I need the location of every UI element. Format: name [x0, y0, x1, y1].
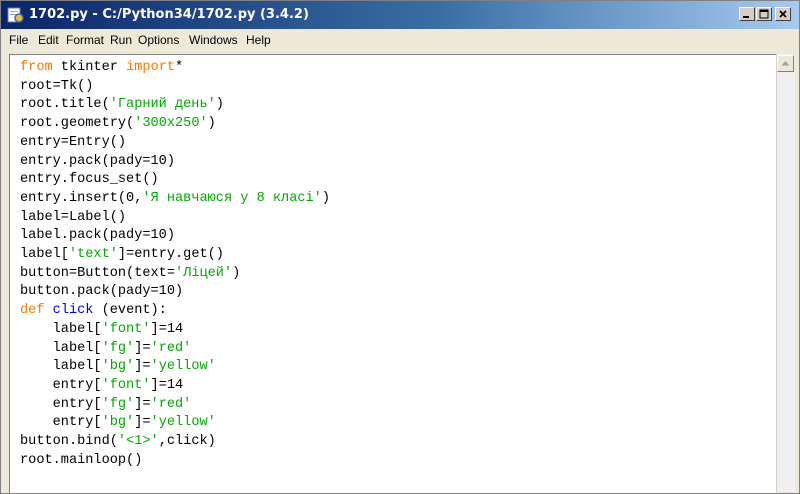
code-line-21: button.bind('<1>',click)	[20, 434, 216, 450]
string-literal: 'yellow'	[150, 415, 216, 431]
keyword: import	[126, 60, 176, 75]
menu-bar: File Edit Format Run Options Windows Hel…	[1, 29, 799, 51]
minimize-button[interactable]	[739, 7, 755, 21]
string-literal: 'text'	[68, 247, 118, 263]
string-literal: 'fg'	[101, 396, 135, 412]
string-literal: 'font'	[101, 321, 151, 337]
code-line-18: entry['font']=14	[20, 377, 184, 393]
menu-windows[interactable]: Windows	[189, 33, 238, 47]
string-literal: 'red'	[150, 396, 192, 412]
menu-edit[interactable]: Edit	[38, 33, 59, 47]
menu-help[interactable]: Help	[246, 33, 271, 47]
code-line-7: entry.focus_set()	[20, 172, 159, 188]
string-literal: 'Гарний день'	[109, 97, 216, 113]
string-literal: 'red'	[150, 340, 192, 356]
code-line-15: label['font']=14	[20, 321, 184, 337]
idle-editor-window: 1702.py - C:/Python34/1702.py (3.4.2) Fi…	[0, 0, 800, 494]
arrow-up-icon	[781, 61, 790, 66]
code-line-8: entry.insert(0,'Я навчаюся у 8 класі')	[20, 190, 331, 206]
menu-file[interactable]: File	[9, 33, 28, 47]
vertical-scrollbar[interactable]	[776, 54, 795, 492]
python-idle-icon	[7, 6, 25, 24]
code-line-4: root.geometry('300x250')	[20, 116, 216, 132]
code-text[interactable]: from tkinter import* root=Tk() root.titl…	[20, 59, 330, 470]
string-literal: 'Ліцей'	[175, 265, 233, 281]
string-literal: 'bg'	[101, 359, 135, 375]
scroll-up-button[interactable]	[777, 55, 794, 72]
keyword: from	[20, 60, 53, 75]
code-line-10: label.pack(pady=10)	[20, 228, 175, 244]
maximize-button[interactable]	[756, 7, 772, 21]
code-line-11: label['text']=entry.get()	[20, 247, 224, 263]
code-line-17: label['bg']='yellow'	[20, 359, 216, 375]
code-line-1: from tkinter import*	[20, 60, 184, 75]
string-literal: 'Я навчаюся у 8 класі'	[142, 190, 322, 206]
code-line-13: button.pack(pady=10)	[20, 284, 184, 300]
string-literal: 'fg'	[101, 340, 135, 356]
menu-format[interactable]: Format	[66, 33, 104, 47]
code-editor[interactable]: from tkinter import* root=Tk() root.titl…	[9, 54, 776, 493]
code-line-2: root=Tk()	[20, 78, 94, 94]
code-line-22: root.mainloop()	[20, 452, 143, 468]
string-literal: 'bg'	[101, 415, 135, 431]
function-name: click	[52, 303, 94, 319]
string-literal: '<1>'	[117, 434, 159, 450]
code-line-14: def click (event):	[20, 303, 167, 319]
window-title: 1702.py - C:/Python34/1702.py (3.4.2)	[29, 7, 309, 22]
code-line-16: label['fg']='red'	[20, 340, 192, 356]
code-line-6: entry.pack(pady=10)	[20, 153, 175, 169]
code-line-3: root.title('Гарний день')	[20, 97, 224, 113]
close-icon	[779, 10, 787, 18]
code-line-19: entry['fg']='red'	[20, 396, 192, 412]
string-literal: '300x250'	[134, 116, 208, 132]
code-line-20: entry['bg']='yellow'	[20, 415, 216, 431]
menu-run[interactable]: Run	[110, 33, 132, 47]
maximize-icon	[759, 9, 769, 19]
code-line-5: entry=Entry()	[20, 134, 127, 150]
keyword: def	[20, 303, 45, 319]
menu-options[interactable]: Options	[138, 33, 179, 47]
title-bar[interactable]: 1702.py - C:/Python34/1702.py (3.4.2)	[1, 1, 799, 29]
close-button[interactable]	[775, 7, 791, 21]
string-literal: 'font'	[101, 377, 151, 393]
code-line-12: button=Button(text='Ліцей')	[20, 265, 241, 281]
code-line-9: label=Label()	[20, 209, 127, 225]
minimize-icon	[743, 16, 749, 18]
string-literal: 'yellow'	[150, 359, 216, 375]
